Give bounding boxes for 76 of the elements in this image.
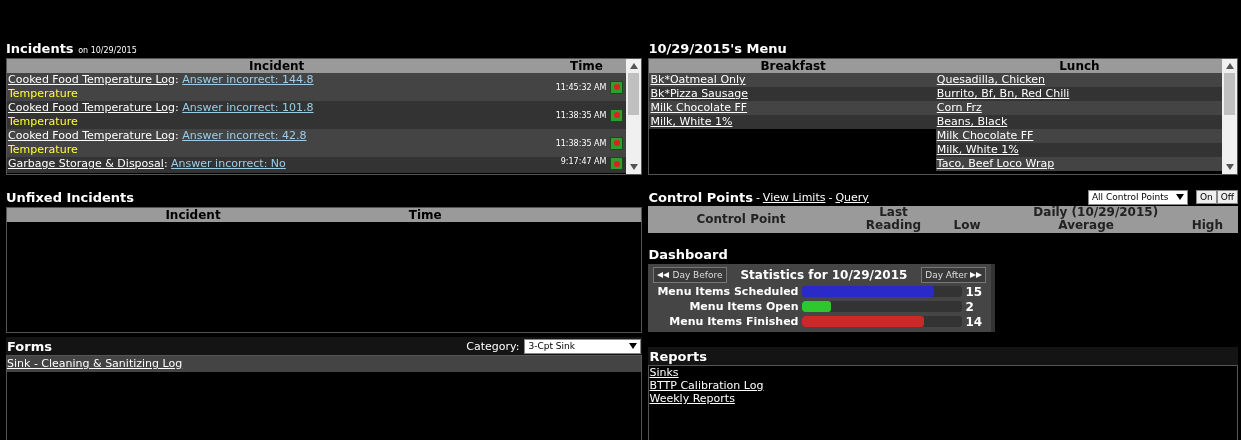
section-title: Incidents: [6, 41, 74, 56]
status-icon[interactable]: [610, 80, 624, 94]
scroll-up-icon[interactable]: [1225, 63, 1234, 69]
form-link[interactable]: Cooked Food Temperature Log: [8, 129, 176, 142]
column-header: Reading: [865, 219, 922, 232]
report-link[interactable]: Weekly Reports: [649, 392, 735, 405]
stat-value: 14: [965, 314, 983, 329]
category-label: Temperature: [8, 87, 79, 101]
section-title: Reports: [649, 348, 707, 364]
scroll-down-icon[interactable]: [1225, 164, 1234, 170]
day-before-button[interactable]: Day Before: [653, 267, 727, 283]
header-link[interactable]: Query: [835, 190, 869, 204]
statistics-heading: Statistics for 10/29/2015: [740, 268, 908, 282]
header-link[interactable]: View Limits: [762, 190, 826, 204]
column-header: Time: [407, 208, 443, 222]
column-header: Time: [569, 59, 604, 73]
separator-text: -: [755, 190, 760, 204]
answer-link[interactable]: Answer incorrect: 42.8: [182, 129, 307, 142]
date-label: on 10/29/2015: [78, 46, 137, 55]
time-label: 11:45:32 AM: [555, 82, 607, 92]
answer-link[interactable]: Answer incorrect: 101.8: [182, 101, 314, 114]
section-title: Forms: [7, 338, 52, 354]
fast-forward-icon: [970, 272, 983, 278]
toggle-button[interactable]: On: [1195, 190, 1217, 204]
form-link[interactable]: Cooked Food Temperature Log: [8, 101, 176, 114]
section-title: Dashboard: [648, 247, 728, 262]
caret-icon: [629, 343, 638, 349]
answer-link[interactable]: Answer incorrect: No: [171, 157, 286, 170]
category-label: Temperature: [8, 115, 79, 129]
toggle-button[interactable]: Off: [1216, 190, 1238, 204]
scroll-down-icon[interactable]: [630, 164, 638, 170]
status-icon[interactable]: [610, 108, 624, 122]
column-header: Low: [953, 219, 981, 232]
category-label: Category:: [466, 339, 520, 353]
stat-label: Menu Items Scheduled: [656, 285, 800, 298]
rewind-icon: [657, 272, 670, 278]
caret-icon: [1175, 194, 1184, 200]
category-dropdown[interactable]: 3-Cpt Sink: [524, 338, 642, 354]
section-title: 10/29/2015's Menu: [648, 41, 787, 56]
filter-dropdown[interactable]: All Control Points: [1087, 189, 1188, 205]
column-header: Last: [879, 206, 908, 219]
column-header: Breakfast: [759, 59, 827, 73]
time-label: 9:17:47 AM: [560, 157, 607, 166]
stat-label: Menu Items Open: [688, 300, 800, 313]
separator-text: :: [175, 101, 179, 114]
answer-link[interactable]: Answer incorrect: 144.8: [182, 73, 314, 86]
column-header: Lunch: [1058, 59, 1101, 73]
scrollbar[interactable]: [626, 59, 642, 174]
column-header: Daily (10/29/2015): [1032, 206, 1160, 219]
column-header: High: [1191, 219, 1223, 232]
form-link[interactable]: Cooked Food Temperature Log: [8, 73, 176, 86]
time-label: 11:38:35 AM: [555, 138, 607, 148]
day-after-button[interactable]: Day After: [921, 267, 987, 283]
separator-text: :: [175, 129, 179, 142]
column-header: Incident: [164, 208, 222, 222]
column-header: Control Point: [695, 213, 787, 226]
separator-text: :: [175, 73, 179, 86]
stat-label: Menu Items Finished: [668, 315, 800, 328]
separator-text: :: [163, 157, 168, 170]
column-header: Incident: [248, 59, 306, 73]
section-title: Unfixed Incidents: [6, 190, 135, 205]
stat-value: 15: [965, 284, 983, 299]
menu-item-link[interactable]: Corn Frz: [936, 101, 982, 114]
category-label: Temperature: [8, 143, 79, 157]
column-header: Average: [1058, 219, 1114, 232]
scrollbar[interactable]: [1222, 59, 1237, 174]
scroll-up-icon[interactable]: [630, 63, 638, 69]
report-link[interactable]: BTTP Calibration Log: [649, 379, 764, 392]
time-label: 11:38:35 AM: [555, 110, 607, 120]
status-icon[interactable]: [610, 136, 624, 150]
separator-text: -: [828, 190, 833, 204]
form-link[interactable]: Garbage Storage & Disposal: [8, 157, 164, 170]
section-title: Control Points: [648, 189, 753, 205]
status-icon[interactable]: [610, 157, 624, 170]
report-link[interactable]: Sinks: [649, 366, 679, 379]
stat-value: 2: [965, 299, 974, 314]
